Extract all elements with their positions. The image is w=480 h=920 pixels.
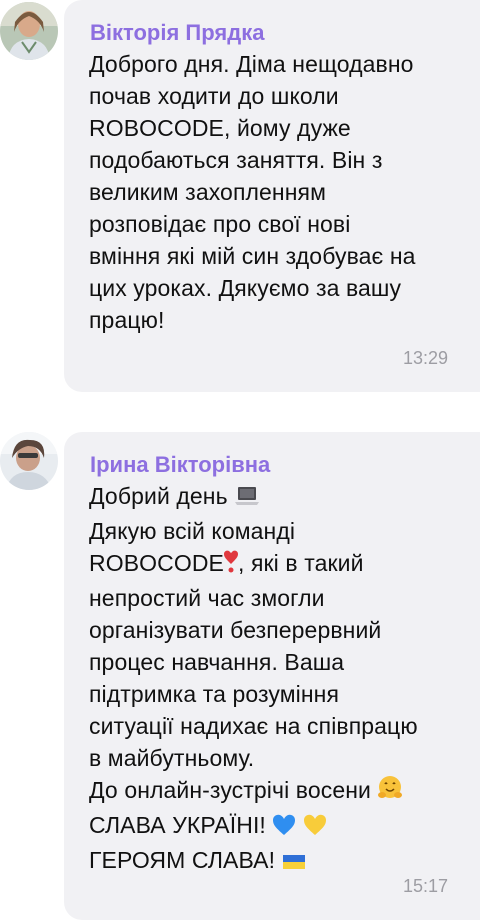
sender-name[interactable]: Вікторія Прядка	[90, 20, 264, 46]
text-line-content: Добрий день	[89, 483, 228, 509]
text-line: ROBOCODE , які в такий	[89, 547, 460, 582]
message-text: Доброго дня. Діма нещодавно почав ходити…	[89, 48, 460, 336]
sender-name[interactable]: Ірина Вікторівна	[90, 452, 270, 478]
yellow-heart-icon	[303, 812, 327, 844]
message-time: 15:17	[402, 876, 448, 896]
message-2: Ірина Вікторівна Добрий день Дякую всій …	[0, 432, 480, 920]
message-1: Вікторія Прядка Доброго дня. Діма нещода…	[0, 0, 480, 392]
heart-exclamation-icon	[223, 550, 238, 582]
text-line: СЛАВА УКРАЇНІ!	[89, 809, 460, 844]
message-time: 13:29	[402, 348, 448, 368]
ukraine-flag-icon	[282, 847, 306, 879]
text-line: До онлайн-зустрічі восени	[89, 774, 460, 809]
avatar[interactable]	[0, 2, 58, 60]
text-line: процес навчання. Ваша	[89, 649, 345, 675]
message-text: Добрий день Дякую всій команді ROBOCODE	[89, 480, 460, 879]
text-line: вміння які мій син здобуває на	[89, 243, 416, 269]
text-line: в майбутньому.	[89, 745, 255, 771]
text-line: ГЕРОЯМ СЛАВА!	[89, 844, 460, 879]
text-line: почав ходити до школи	[89, 83, 339, 109]
text-line-content: , які в такий	[237, 550, 364, 576]
text-line: підтримка та розуміння	[89, 681, 340, 707]
text-line-content: ROBOCODE	[89, 550, 224, 576]
text-line: Доброго дня. Діма нещодавно	[89, 51, 414, 77]
text-line: розповідає про свої нові	[89, 211, 351, 237]
text-line: ROBOCODE, йому дуже	[89, 115, 351, 141]
text-line: ситуації надихає на співпрацю	[89, 713, 418, 739]
avatar[interactable]	[0, 432, 58, 490]
text-line: подобаються заняття. Він з	[89, 147, 383, 173]
text-line: непростий час змогли	[89, 585, 325, 611]
hugging-face-icon	[377, 775, 403, 809]
text-line: цих уроках. Дякуємо за вашу	[89, 275, 402, 301]
message-bubble: Ірина Вікторівна Добрий день Дякую всій …	[64, 432, 480, 920]
text-line: Добрий день	[89, 480, 460, 515]
text-line: Дякую всій команді	[89, 518, 296, 544]
message-bubble: Вікторія Прядка Доброго дня. Діма нещода…	[64, 0, 480, 392]
text-line: великим захопленням	[89, 179, 326, 205]
text-line: організувати безперервний	[89, 617, 382, 643]
text-line: працю!	[89, 307, 165, 333]
text-line-content: ГЕРОЯМ СЛАВА!	[89, 847, 276, 873]
laptop-icon	[234, 483, 260, 515]
text-line-content: СЛАВА УКРАЇНІ!	[89, 812, 266, 838]
text-line-content: До онлайн-зустрічі восени	[89, 777, 371, 803]
blue-heart-icon	[272, 812, 296, 844]
